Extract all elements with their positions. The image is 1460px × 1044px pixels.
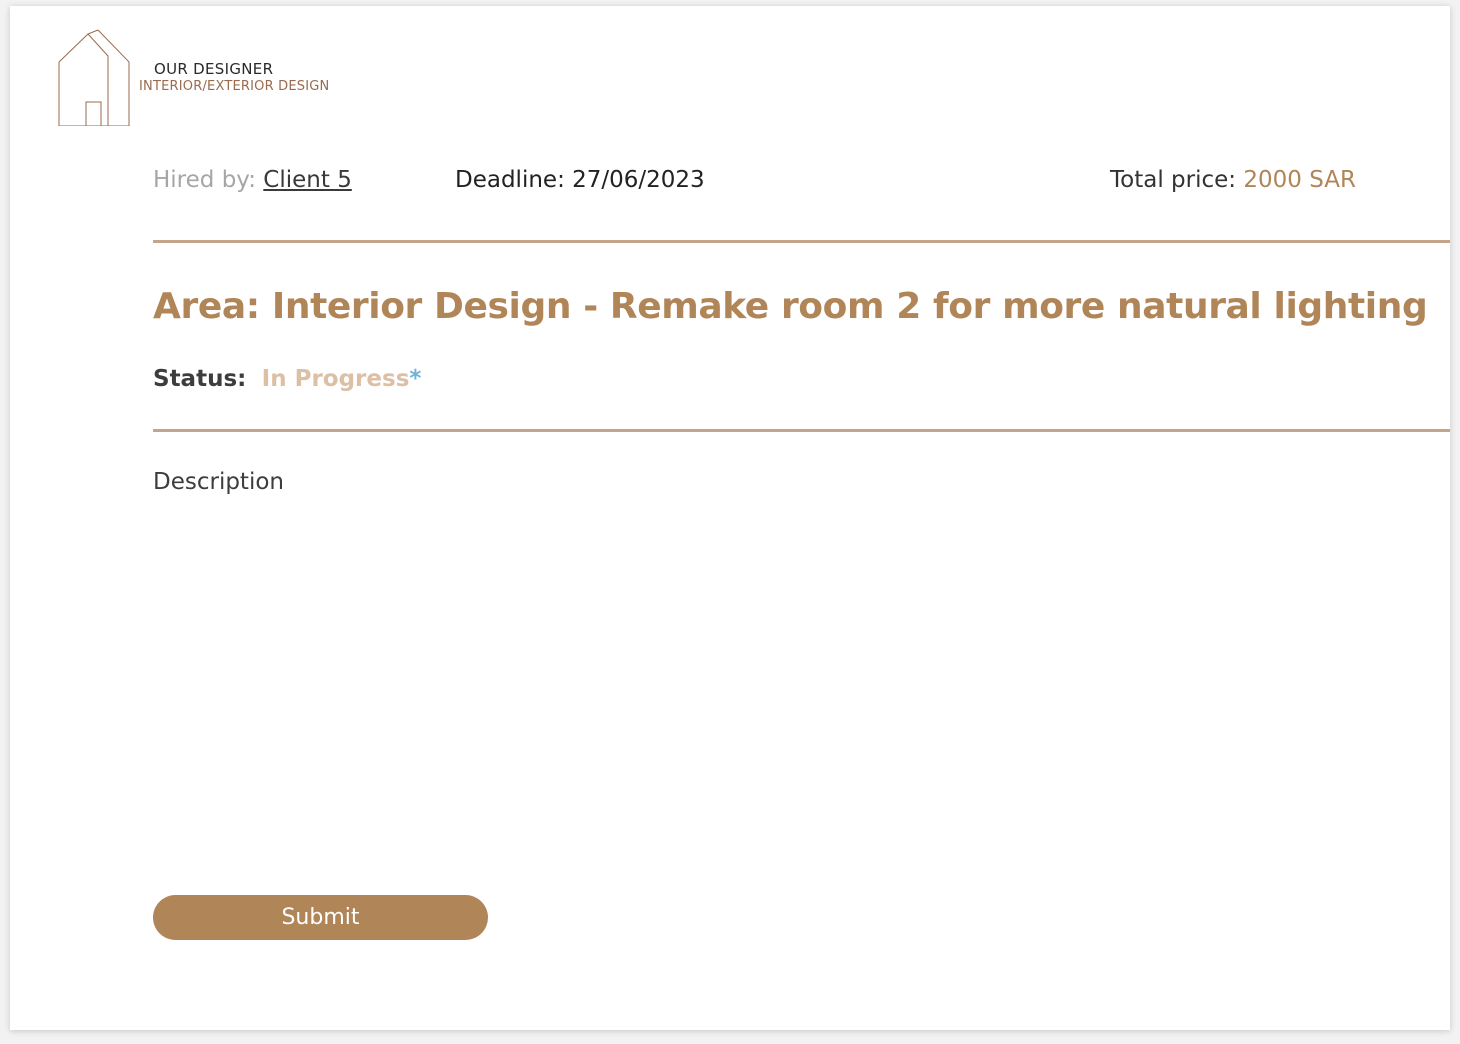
brand-subtitle: INTERIOR/EXTERIOR DESIGN — [139, 79, 330, 94]
project-area-title: Area: Interior Design - Remake room 2 fo… — [153, 286, 1428, 327]
hired-by: Hired by: Client 5 — [153, 166, 352, 194]
status-label: Status: — [153, 366, 247, 392]
total-price: Total price: 2000 SAR — [1110, 166, 1356, 194]
brand-logo[interactable]: OUR DESIGNER INTERIOR/EXTERIOR DESIGN — [58, 22, 358, 126]
brand-title: OUR DESIGNER — [154, 60, 274, 78]
submit-button[interactable]: Submit — [153, 895, 488, 940]
status-value[interactable]: In Progress — [262, 366, 410, 392]
house-outline-icon — [58, 29, 130, 126]
total-price-label: Total price: — [1110, 167, 1237, 193]
client-link[interactable]: Client 5 — [263, 167, 352, 193]
top-divider — [153, 240, 1450, 243]
description-field[interactable] — [153, 512, 1397, 876]
hired-by-label: Hired by: — [153, 167, 256, 193]
project-detail-card: OUR DESIGNER INTERIOR/EXTERIOR DESIGN Hi… — [10, 6, 1450, 1030]
total-price-value: 2000 SAR — [1243, 167, 1356, 193]
bottom-divider — [153, 429, 1450, 432]
deadline: Deadline: 27/06/2023 — [455, 167, 705, 193]
status-row: Status: In Progress* — [153, 366, 421, 392]
description-label: Description — [153, 469, 284, 495]
status-required-marker: * — [409, 366, 422, 392]
